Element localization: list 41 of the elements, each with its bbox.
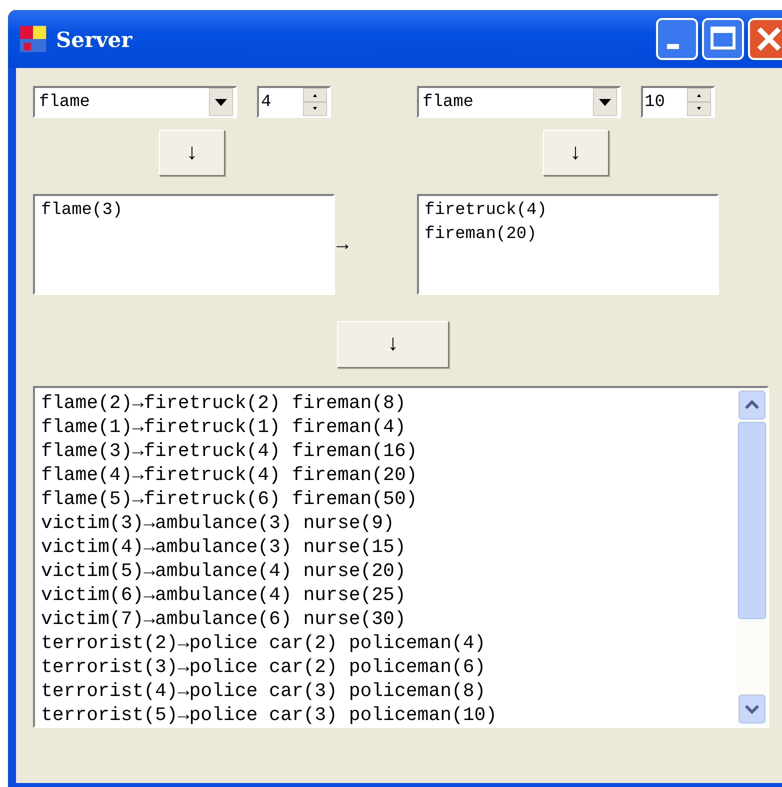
log-line[interactable]: terrorist(5)→police car(3) policeman(10)	[41, 703, 731, 726]
list-item[interactable]: flame(3)	[41, 199, 327, 223]
number-spinner[interactable]: 10	[640, 86, 714, 118]
number-spinner[interactable]: 4	[257, 86, 331, 118]
dropdown-arrow-icon[interactable]	[209, 88, 233, 116]
scroll-down-icon[interactable]	[738, 694, 766, 724]
list-box[interactable]: flame(3)	[33, 194, 335, 295]
log-line[interactable]: terrorist(2)→police car(2) policeman(4)	[41, 631, 731, 655]
log-line[interactable]: victim(5)→ambulance(4) nurse(20)	[41, 559, 731, 583]
down-arrow-button[interactable]: ↓	[542, 130, 608, 176]
log-line[interactable]: terrorist(3)→police car(2) policeman(6)	[41, 655, 731, 679]
scroll-up-icon[interactable]	[738, 390, 766, 420]
app-icon	[18, 24, 48, 54]
close-icon[interactable]	[748, 18, 782, 60]
spinner-arrows-icon[interactable]	[303, 88, 327, 116]
list-item[interactable]: firetruck(4)	[424, 199, 710, 223]
log-line[interactable]: victim(7)→ambulance(6) nurse(30)	[41, 607, 731, 631]
log-line[interactable]: flame(3)→firetruck(4) fireman(16)	[41, 439, 731, 463]
log-line[interactable]: victim(3)→ambulance(3) nurse(9)	[41, 511, 731, 535]
dropdown-arrow-icon[interactable]	[592, 88, 616, 116]
log-line[interactable]: victim(4)→ambulance(3) nurse(15)	[41, 535, 731, 559]
log-line[interactable]: flame(2)→firetruck(2) fireman(8)	[41, 391, 731, 415]
dropdown[interactable]: flame	[33, 86, 237, 118]
dropdown[interactable]: flame	[416, 86, 620, 118]
down-arrow-button[interactable]: ↓	[337, 321, 449, 368]
log-line[interactable]: terrorist(4)→police car(3) policeman(8)	[41, 679, 731, 703]
list-item[interactable]: fireman(20)	[424, 223, 710, 247]
maximize-icon[interactable]	[702, 18, 744, 60]
log-line[interactable]: flame(5)→firetruck(6) fireman(50)	[41, 487, 731, 511]
window-title: Server	[56, 26, 132, 52]
list-box[interactable]: firetruck(4) fireman(20)	[416, 194, 718, 295]
right-arrow-label: →	[336, 234, 349, 257]
log-line[interactable]: flame(1)→firetruck(1) fireman(4)	[41, 415, 731, 439]
log-line[interactable]: flame(4)→firetruck(4) fireman(20)	[41, 463, 731, 487]
spinner-arrows-icon[interactable]	[686, 88, 710, 116]
down-arrow-button[interactable]: ↓	[159, 130, 225, 176]
scrollbar[interactable]	[737, 388, 767, 726]
log-list[interactable]	[33, 386, 769, 728]
scroll-thumb[interactable]	[738, 422, 766, 619]
log-line[interactable]: victim(6)→ambulance(4) nurse(25)	[41, 583, 731, 607]
minimize-icon[interactable]	[656, 18, 698, 60]
